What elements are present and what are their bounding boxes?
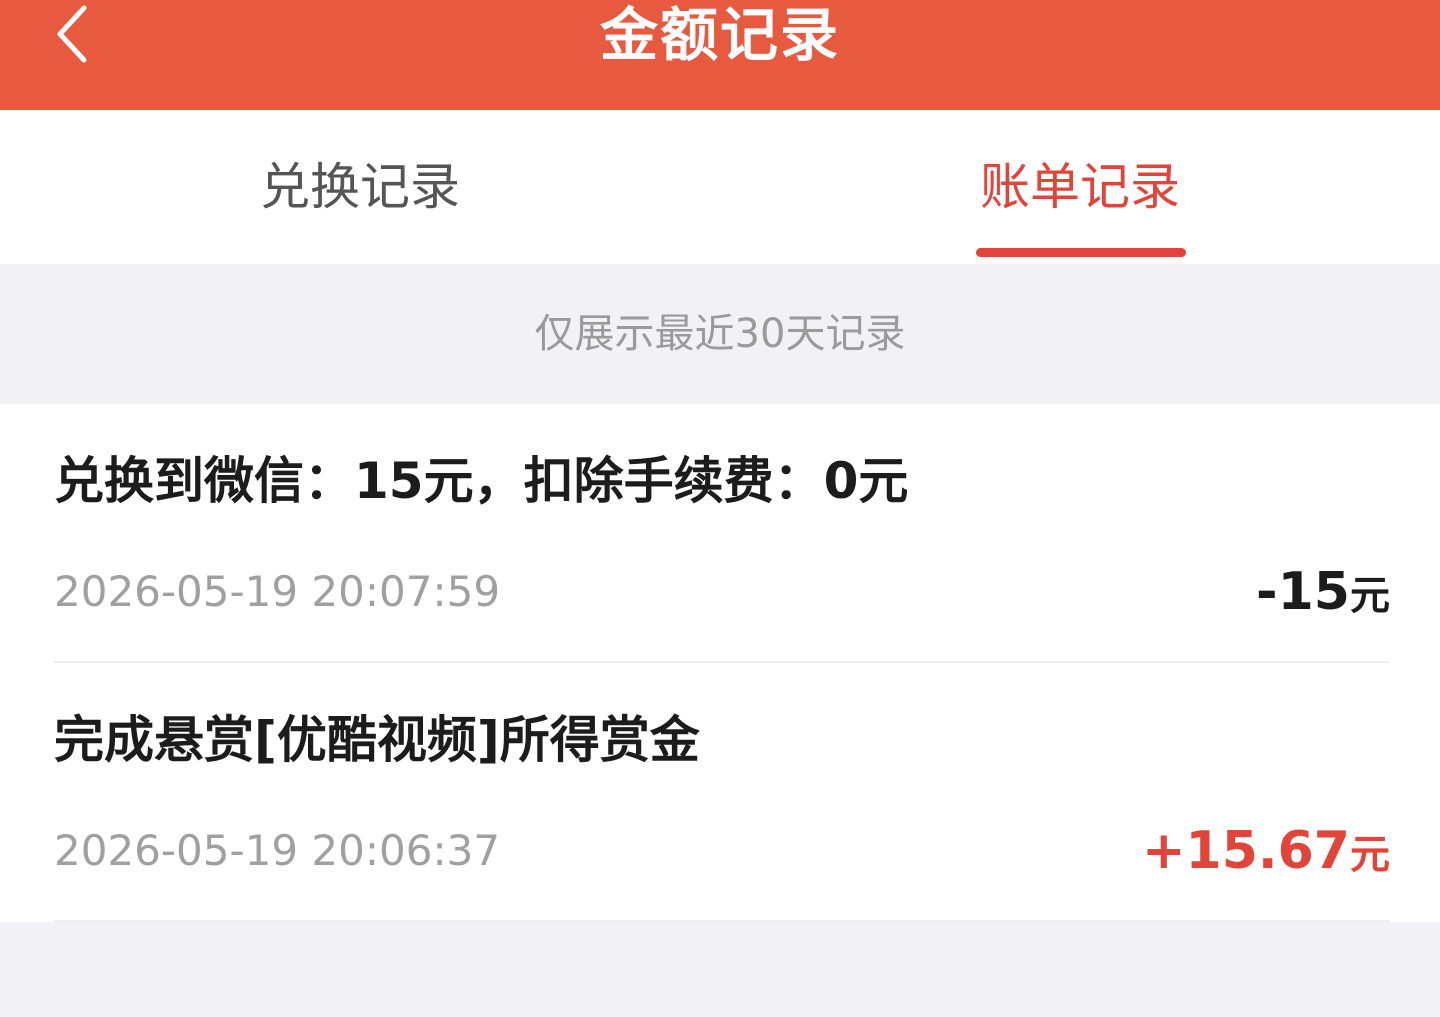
tab-bar: 兑换记录 账单记录 [0,110,1440,264]
app-header: 金额记录 [0,0,1440,110]
amount-unit: 元 [1350,573,1390,619]
record-amount: +15.67元 [1142,819,1390,887]
tab-label: 兑换记录 [260,158,460,216]
page-title: 金额记录 [599,1,840,69]
tab-bill-records[interactable]: 账单记录 [840,110,1320,264]
amount-value: -15 [1256,562,1350,622]
active-tab-indicator [976,248,1186,257]
divider [54,920,1390,922]
tab-label: 账单记录 [980,158,1180,216]
list-item[interactable]: 兑换到微信：15元，扣除手续费：0元 2026-05-19 20:07:59 -… [0,404,1440,663]
records-notice: 仅展示最近30天记录 [0,264,1440,404]
record-time: 2026-05-19 20:07:59 [54,567,501,616]
record-title: 完成悬赏[优酷视频]所得赏金 [54,711,700,769]
amount-value: +15.67 [1141,821,1350,881]
chevron-left-icon [57,5,87,63]
tab-exchange-records[interactable]: 兑换记录 [120,110,600,264]
record-amount: -15元 [1256,560,1390,628]
record-title: 兑换到微信：15元，扣除手续费：0元 [54,452,909,510]
list-item[interactable]: 完成悬赏[优酷视频]所得赏金 2026-05-19 20:06:37 +15.6… [0,663,1440,922]
records-list: 兑换到微信：15元，扣除手续费：0元 2026-05-19 20:07:59 -… [0,404,1440,922]
back-button[interactable] [40,0,110,70]
record-time: 2026-05-19 20:06:37 [54,826,501,875]
amount-unit: 元 [1350,832,1390,878]
